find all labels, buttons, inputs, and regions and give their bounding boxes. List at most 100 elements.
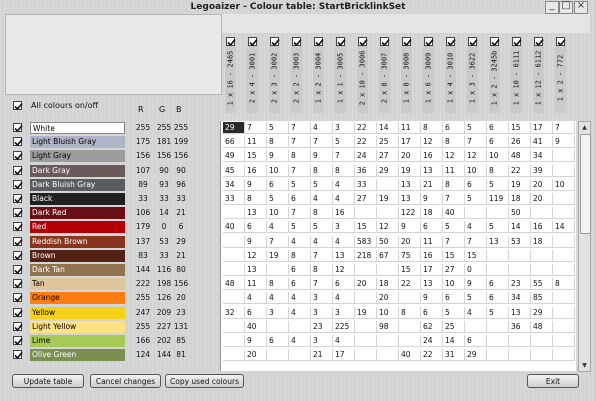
table-cell[interactable] [553,150,575,163]
table-cell[interactable]: 9 [311,150,333,163]
table-cell[interactable]: 18 [531,235,553,248]
table-cell[interactable]: 218 [355,249,377,262]
table-cell[interactable]: 20 [399,235,421,248]
table-cell[interactable] [553,264,575,276]
table-cell[interactable]: 9 [553,136,575,149]
table-cell[interactable]: 36 [355,164,377,177]
table-cell[interactable] [355,349,377,362]
table-cell[interactable]: 85 [531,292,553,305]
table-cell[interactable]: 29 [531,306,553,319]
table-cell[interactable]: 12 [377,221,399,234]
table-cell[interactable]: 50 [377,235,399,248]
colour-checkbox[interactable] [13,307,23,317]
table-cell[interactable] [531,335,553,347]
table-cell[interactable]: 27 [443,264,465,276]
colour-swatch[interactable]: Lime [30,335,125,347]
table-cell[interactable]: 7 [289,164,311,177]
table-cell[interactable]: 12 [333,264,355,276]
table-cell[interactable] [223,320,245,333]
table-cell[interactable]: 10 [487,150,509,163]
table-cell[interactable]: 25 [377,136,399,149]
table-cell[interactable]: 24 [355,150,377,163]
scroll-down-icon[interactable]: ▼ [579,360,590,371]
table-cell[interactable]: 9 [399,221,421,234]
colour-checkbox[interactable] [13,179,23,189]
table-cell[interactable]: 5 [465,193,487,205]
colour-checkbox[interactable] [13,293,23,303]
table-cell[interactable]: 6 [443,292,465,305]
table-cell[interactable]: 12 [443,150,465,163]
table-cell[interactable]: 5 [487,221,509,234]
table-cell[interactable]: 7 [465,136,487,149]
table-cell[interactable] [377,349,399,362]
table-cell[interactable]: 4 [289,335,311,347]
table-cell[interactable]: 6 [487,292,509,305]
table-cell[interactable]: 19 [377,193,399,205]
table-cell[interactable] [553,335,575,347]
table-cell[interactable]: 20 [399,150,421,163]
colour-swatch[interactable]: Dark Gray [30,164,125,177]
colour-swatch[interactable]: Red [30,221,125,234]
table-cell[interactable]: 9 [465,278,487,291]
table-cell[interactable]: 4 [311,193,333,205]
exit-button[interactable]: Exit [527,374,579,388]
table-cell[interactable]: 6 [289,193,311,205]
table-cell[interactable] [553,249,575,262]
table-cell[interactable]: 11 [399,122,421,134]
table-cell[interactable]: 8 [267,136,289,149]
table-cell[interactable]: 7 [311,249,333,262]
maximize-icon[interactable]: □ [559,0,573,14]
table-cell[interactable] [377,207,399,220]
table-cell[interactable]: 7 [245,122,267,134]
table-cell[interactable] [223,264,245,276]
table-cell[interactable] [267,349,289,362]
table-cell[interactable]: 4 [267,292,289,305]
table-cell[interactable]: 20 [377,292,399,305]
table-cell[interactable]: 15 [355,221,377,234]
colour-checkbox[interactable] [13,336,23,346]
table-cell[interactable]: 6 [245,306,267,319]
table-cell[interactable]: 17 [421,264,443,276]
table-cell[interactable]: 15 [443,249,465,262]
table-cell[interactable]: 17 [531,122,553,134]
colour-checkbox[interactable] [13,236,23,246]
table-cell[interactable]: 23 [509,278,531,291]
table-cell[interactable]: 8 [487,164,509,177]
table-cell[interactable]: 4 [289,292,311,305]
table-cell[interactable] [553,164,575,177]
table-cell[interactable]: 7 [443,193,465,205]
scroll-up-icon[interactable]: ▲ [579,122,590,133]
colour-checkbox[interactable] [13,137,23,147]
table-cell[interactable]: 10 [267,164,289,177]
table-cell[interactable] [289,320,311,333]
colour-swatch[interactable]: Light Gray [30,150,125,163]
table-cell[interactable] [553,207,575,220]
table-cell[interactable]: 5 [465,292,487,305]
table-cell[interactable]: 48 [531,320,553,333]
table-cell[interactable]: 14 [377,122,399,134]
table-cell[interactable] [487,249,509,262]
table-cell[interactable]: 5 [487,306,509,319]
table-cell[interactable]: 26 [509,136,531,149]
table-cell[interactable]: 8 [289,249,311,262]
table-cell[interactable]: 17 [333,349,355,362]
table-cell[interactable]: 20 [245,349,267,362]
table-cell[interactable] [289,349,311,362]
table-cell[interactable]: 4 [311,122,333,134]
table-cell[interactable]: 29 [223,122,245,134]
table-cell[interactable]: 40 [399,349,421,362]
table-cell[interactable]: 45 [223,164,245,177]
table-cell[interactable]: 7 [311,278,333,291]
colour-swatch[interactable]: Olive Green [30,349,125,362]
colour-swatch[interactable]: Dark Red [30,207,125,220]
table-cell[interactable]: 19 [509,178,531,191]
table-cell[interactable]: 13 [421,164,443,177]
table-cell[interactable]: 10 [267,207,289,220]
table-cell[interactable] [509,264,531,276]
table-cell[interactable]: 13 [245,264,267,276]
table-cell[interactable]: 15 [465,249,487,262]
cancel-changes-button[interactable]: Cancel changes [90,374,161,388]
table-cell[interactable]: 98 [377,320,399,333]
colour-swatch[interactable]: White [30,122,125,134]
colour-checkbox[interactable] [13,208,23,218]
